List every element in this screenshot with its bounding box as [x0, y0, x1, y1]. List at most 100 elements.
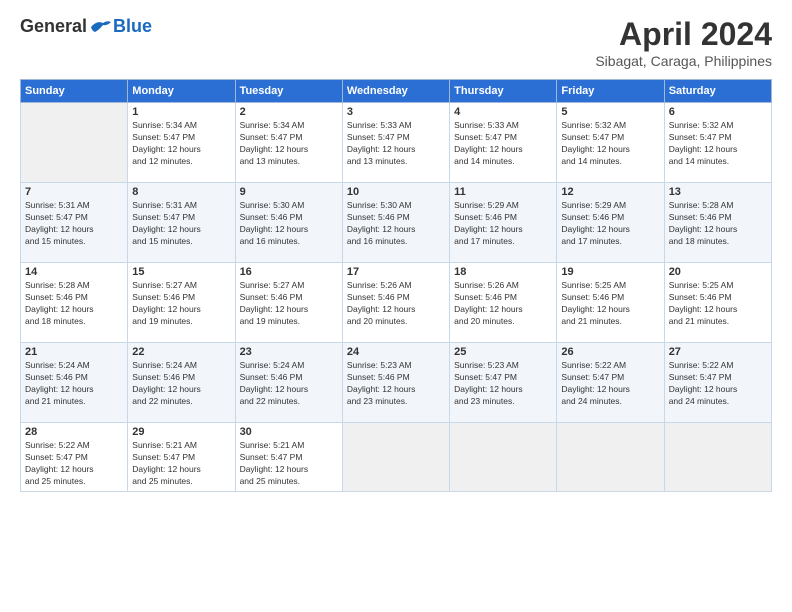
calendar-cell: [664, 423, 771, 492]
day-number: 4: [454, 106, 552, 118]
day-number: 25: [454, 346, 552, 358]
calendar-cell: [342, 423, 449, 492]
calendar-cell: 7 Sunrise: 5:31 AMSunset: 5:47 PMDaylight…: [21, 183, 128, 263]
calendar-cell: 18 Sunrise: 5:26 AMSunset: 5:46 PMDayligh…: [450, 263, 557, 343]
day-info: Sunrise: 5:23 AMSunset: 5:47 PMDaylight:…: [454, 360, 552, 408]
logo-general-text: General: [20, 16, 87, 37]
calendar-cell: 25 Sunrise: 5:23 AMSunset: 5:47 PMDayligh…: [450, 343, 557, 423]
day-info: Sunrise: 5:24 AMSunset: 5:46 PMDaylight:…: [240, 360, 338, 408]
calendar-cell: 29 Sunrise: 5:21 AMSunset: 5:47 PMDayligh…: [128, 423, 235, 492]
day-info: Sunrise: 5:25 AMSunset: 5:46 PMDaylight:…: [669, 280, 767, 328]
calendar-header-tuesday: Tuesday: [235, 80, 342, 103]
day-number: 28: [25, 426, 123, 438]
calendar-cell: 20 Sunrise: 5:25 AMSunset: 5:46 PMDayligh…: [664, 263, 771, 343]
calendar-week-row: 21Sunrise: 5:24 AMSunset: 5:46 PMDayligh…: [21, 343, 772, 423]
day-number: 1: [132, 106, 230, 118]
calendar-header-thursday: Thursday: [450, 80, 557, 103]
calendar-cell: 9 Sunrise: 5:30 AMSunset: 5:46 PMDaylight…: [235, 183, 342, 263]
day-number: 16: [240, 266, 338, 278]
day-number: 17: [347, 266, 445, 278]
day-info: Sunrise: 5:26 AMSunset: 5:46 PMDaylight:…: [347, 280, 445, 328]
day-number: 14: [25, 266, 123, 278]
calendar-cell: 17 Sunrise: 5:26 AMSunset: 5:46 PMDayligh…: [342, 263, 449, 343]
calendar-week-row: 7 Sunrise: 5:31 AMSunset: 5:47 PMDaylight…: [21, 183, 772, 263]
day-info: Sunrise: 5:22 AMSunset: 5:47 PMDaylight:…: [25, 440, 123, 488]
logo: General Blue: [20, 16, 152, 37]
calendar-cell: 14 Sunrise: 5:28 AMSunset: 5:46 PMDayligh…: [21, 263, 128, 343]
day-number: 11: [454, 186, 552, 198]
day-number: 20: [669, 266, 767, 278]
calendar-cell: 16 Sunrise: 5:27 AMSunset: 5:46 PMDayligh…: [235, 263, 342, 343]
day-number: 22: [132, 346, 230, 358]
day-info: Sunrise: 5:28 AMSunset: 5:46 PMDaylight:…: [669, 200, 767, 248]
logo-bird-icon: [89, 18, 113, 36]
day-info: Sunrise: 5:24 AMSunset: 5:46 PMDaylight:…: [25, 360, 123, 408]
day-number: 29: [132, 426, 230, 438]
calendar-cell: 19 Sunrise: 5:25 AMSunset: 5:46 PMDayligh…: [557, 263, 664, 343]
month-title: April 2024: [595, 16, 772, 53]
day-number: 15: [132, 266, 230, 278]
day-info: Sunrise: 5:23 AMSunset: 5:46 PMDaylight:…: [347, 360, 445, 408]
day-number: 18: [454, 266, 552, 278]
calendar-cell: 15 Sunrise: 5:27 AMSunset: 5:46 PMDayligh…: [128, 263, 235, 343]
day-info: Sunrise: 5:27 AMSunset: 5:46 PMDaylight:…: [132, 280, 230, 328]
day-number: 2: [240, 106, 338, 118]
day-info: Sunrise: 5:25 AMSunset: 5:46 PMDaylight:…: [561, 280, 659, 328]
day-info: Sunrise: 5:22 AMSunset: 5:47 PMDaylight:…: [561, 360, 659, 408]
calendar-cell: 8 Sunrise: 5:31 AMSunset: 5:47 PMDaylight…: [128, 183, 235, 263]
day-number: 23: [240, 346, 338, 358]
day-number: 8: [132, 186, 230, 198]
calendar-cell: 12Sunrise: 5:29 AMSunset: 5:46 PMDayligh…: [557, 183, 664, 263]
calendar-cell: 30Sunrise: 5:21 AMSunset: 5:47 PMDayligh…: [235, 423, 342, 492]
calendar-header-row: SundayMondayTuesdayWednesdayThursdayFrid…: [21, 80, 772, 103]
day-number: 19: [561, 266, 659, 278]
calendar-week-row: 14 Sunrise: 5:28 AMSunset: 5:46 PMDayligh…: [21, 263, 772, 343]
day-info: Sunrise: 5:21 AMSunset: 5:47 PMDaylight:…: [240, 440, 338, 488]
calendar-cell: 3 Sunrise: 5:33 AMSunset: 5:47 PMDaylight…: [342, 103, 449, 183]
day-info: Sunrise: 5:33 AMSunset: 5:47 PMDaylight:…: [454, 120, 552, 168]
calendar-cell: 27Sunrise: 5:22 AMSunset: 5:47 PMDayligh…: [664, 343, 771, 423]
day-number: 5: [561, 106, 659, 118]
day-info: Sunrise: 5:30 AMSunset: 5:46 PMDaylight:…: [240, 200, 338, 248]
calendar-cell: [557, 423, 664, 492]
calendar-header-friday: Friday: [557, 80, 664, 103]
day-info: Sunrise: 5:32 AMSunset: 5:47 PMDaylight:…: [669, 120, 767, 168]
day-number: 9: [240, 186, 338, 198]
calendar-header-saturday: Saturday: [664, 80, 771, 103]
calendar-cell: 10Sunrise: 5:30 AMSunset: 5:46 PMDayligh…: [342, 183, 449, 263]
calendar-header-monday: Monday: [128, 80, 235, 103]
location-text: Sibagat, Caraga, Philippines: [595, 53, 772, 69]
title-section: April 2024 Sibagat, Caraga, Philippines: [595, 16, 772, 69]
calendar-cell: 28 Sunrise: 5:22 AMSunset: 5:47 PMDayligh…: [21, 423, 128, 492]
calendar-cell: 26Sunrise: 5:22 AMSunset: 5:47 PMDayligh…: [557, 343, 664, 423]
calendar-cell: 21Sunrise: 5:24 AMSunset: 5:46 PMDayligh…: [21, 343, 128, 423]
calendar-week-row: 1 Sunrise: 5:34 AMSunset: 5:47 PMDaylight…: [21, 103, 772, 183]
day-number: 6: [669, 106, 767, 118]
day-info: Sunrise: 5:28 AMSunset: 5:46 PMDaylight:…: [25, 280, 123, 328]
day-info: Sunrise: 5:34 AMSunset: 5:47 PMDaylight:…: [240, 120, 338, 168]
day-info: Sunrise: 5:31 AMSunset: 5:47 PMDaylight:…: [25, 200, 123, 248]
calendar-cell: 11Sunrise: 5:29 AMSunset: 5:46 PMDayligh…: [450, 183, 557, 263]
day-number: 24: [347, 346, 445, 358]
header: General Blue April 2024 Sibagat, Caraga,…: [20, 16, 772, 69]
calendar-cell: 4 Sunrise: 5:33 AMSunset: 5:47 PMDaylight…: [450, 103, 557, 183]
calendar-cell: 2 Sunrise: 5:34 AMSunset: 5:47 PMDaylight…: [235, 103, 342, 183]
page: General Blue April 2024 Sibagat, Caraga,…: [0, 0, 792, 612]
day-info: Sunrise: 5:31 AMSunset: 5:47 PMDaylight:…: [132, 200, 230, 248]
day-info: Sunrise: 5:32 AMSunset: 5:47 PMDaylight:…: [561, 120, 659, 168]
day-info: Sunrise: 5:33 AMSunset: 5:47 PMDaylight:…: [347, 120, 445, 168]
day-info: Sunrise: 5:21 AMSunset: 5:47 PMDaylight:…: [132, 440, 230, 488]
day-number: 3: [347, 106, 445, 118]
calendar-week-row: 28 Sunrise: 5:22 AMSunset: 5:47 PMDayligh…: [21, 423, 772, 492]
day-number: 12: [561, 186, 659, 198]
day-info: Sunrise: 5:24 AMSunset: 5:46 PMDaylight:…: [132, 360, 230, 408]
calendar-header-sunday: Sunday: [21, 80, 128, 103]
day-info: Sunrise: 5:27 AMSunset: 5:46 PMDaylight:…: [240, 280, 338, 328]
day-info: Sunrise: 5:26 AMSunset: 5:46 PMDaylight:…: [454, 280, 552, 328]
day-number: 7: [25, 186, 123, 198]
logo-blue-text: Blue: [113, 16, 152, 37]
calendar-header-wednesday: Wednesday: [342, 80, 449, 103]
day-info: Sunrise: 5:22 AMSunset: 5:47 PMDaylight:…: [669, 360, 767, 408]
day-info: Sunrise: 5:34 AMSunset: 5:47 PMDaylight:…: [132, 120, 230, 168]
day-number: 13: [669, 186, 767, 198]
